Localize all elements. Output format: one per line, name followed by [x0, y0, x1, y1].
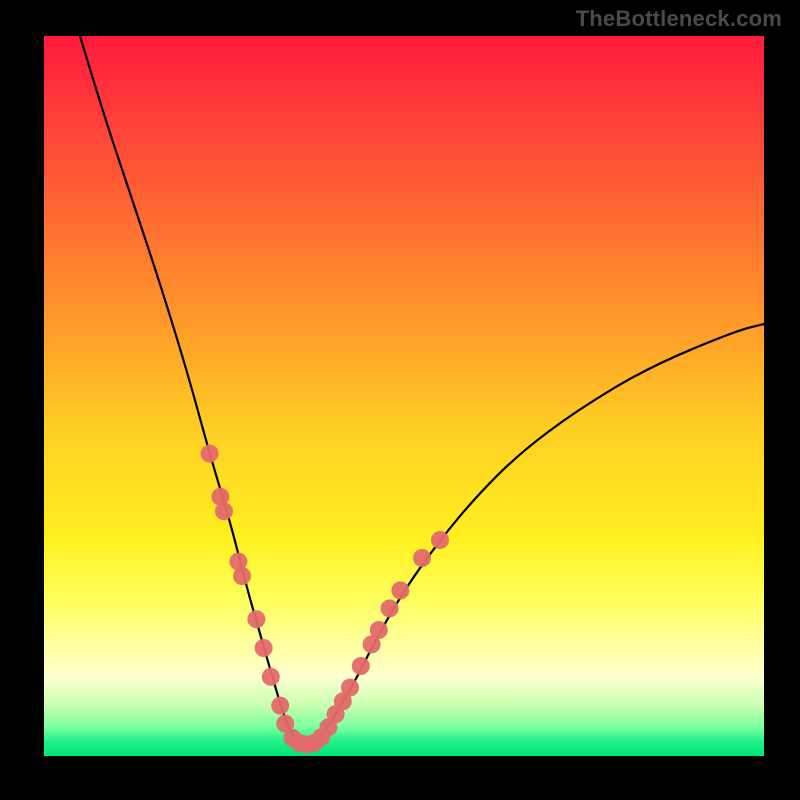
data-marker — [215, 502, 233, 520]
data-marker — [201, 445, 219, 463]
data-marker — [262, 668, 280, 686]
data-marker — [391, 581, 409, 599]
data-marker — [370, 621, 388, 639]
bottleneck-curve — [80, 36, 764, 744]
plot-area — [44, 36, 764, 756]
data-marker — [431, 531, 449, 549]
attribution-label: TheBottleneck.com — [576, 6, 782, 32]
data-marker — [413, 549, 431, 567]
data-marker — [247, 610, 265, 628]
curve-svg — [44, 36, 764, 756]
data-marker — [233, 567, 251, 585]
data-marker — [381, 599, 399, 617]
marker-layer — [201, 445, 449, 754]
data-marker — [255, 639, 273, 657]
data-marker — [352, 657, 370, 675]
data-marker — [271, 697, 289, 715]
data-marker — [341, 679, 359, 697]
chart-frame: TheBottleneck.com — [0, 0, 800, 800]
